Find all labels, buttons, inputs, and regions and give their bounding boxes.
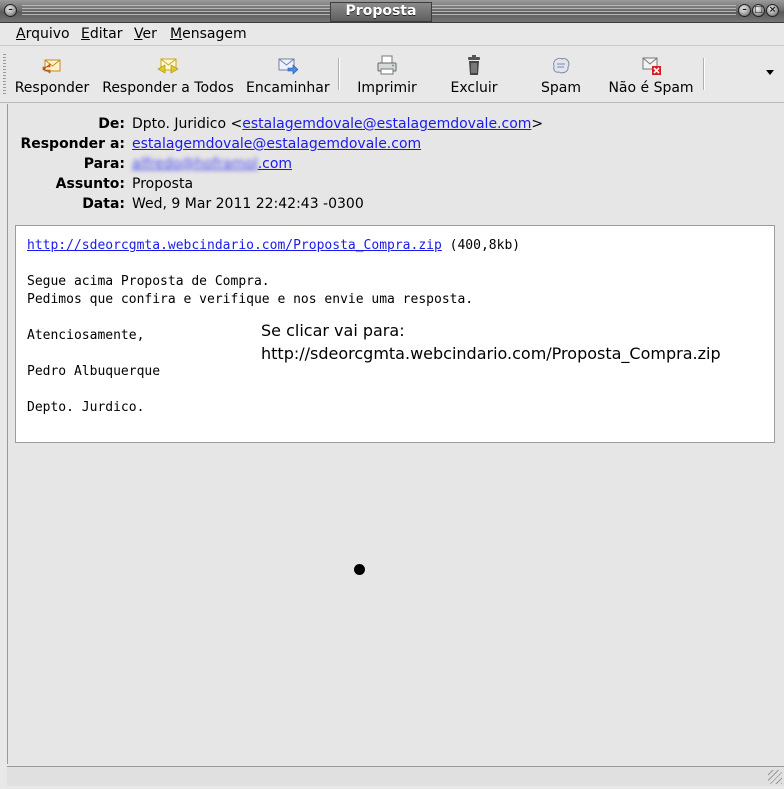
spam-button[interactable]: Spam <box>536 50 586 98</box>
body-text: Depto. Jurdico. <box>27 400 145 415</box>
from-email-link[interactable]: estalagemdovale@estalagemdovale.com <box>242 116 531 132</box>
toolbar-grip[interactable] <box>3 54 6 96</box>
menu-mensagem[interactable]: Mensagem <box>170 26 247 42</box>
delete-label: Excluir <box>450 80 498 96</box>
resize-grip-icon[interactable] <box>768 770 782 784</box>
printer-icon <box>377 55 397 75</box>
reply-all-button[interactable]: Responder a Todos <box>100 50 236 98</box>
delete-button[interactable]: Excluir <box>446 50 502 98</box>
date-label: Data: <box>82 196 125 212</box>
body-text: Pedimos que confira e verifique e nos en… <box>27 292 474 307</box>
attachment-size: (400,8kb) <box>441 238 521 253</box>
date-value: Wed, 9 Mar 2011 22:42:43 -0300 <box>132 196 364 212</box>
reply-to-label: Responder a: <box>20 136 125 152</box>
to-email-suffix: .com <box>257 156 293 172</box>
reply-label: Responder <box>14 80 90 96</box>
toolbar-separator <box>338 58 340 90</box>
message-body[interactable]: http://sdeorcgmta.webcindario.com/Propos… <box>15 225 775 443</box>
forward-label: Encaminhar <box>246 80 330 96</box>
link-tooltip-url: http://sdeorcgmta.webcindario.com/Propos… <box>261 344 721 363</box>
not-spam-button[interactable]: Não é Spam <box>608 50 694 98</box>
forward-button[interactable]: Encaminhar <box>246 50 330 98</box>
from-name: Dpto. Juridico < <box>132 116 243 132</box>
to-email-link[interactable]: alfredo@hoframol.com <box>132 156 292 172</box>
spam-label: Spam <box>541 80 581 96</box>
cursor-dot <box>354 564 365 575</box>
menu-accel: V <box>134 26 143 42</box>
from-value: Dpto. Juridico <estalagemdovale@estalage… <box>132 116 543 132</box>
forward-icon <box>278 58 298 75</box>
title-bar: – Proposta – □ × <box>0 0 784 23</box>
message-view: De: Dpto. Juridico <estalagemdovale@esta… <box>7 104 784 764</box>
minimize-icon[interactable]: – <box>738 4 751 17</box>
menu-label: ditar <box>89 26 123 42</box>
reply-to-email-link[interactable]: estalagemdovale@estalagemdovale.com <box>132 136 421 152</box>
toolbar-separator <box>703 58 705 90</box>
toolbar: Responder Responder a Todos Encaminhar I… <box>0 46 784 103</box>
reply-all-label: Responder a Todos <box>102 80 234 96</box>
close-icon[interactable]: × <box>766 4 779 17</box>
from-label: De: <box>98 116 125 132</box>
to-email-blurred: alfredo@hoframol <box>132 156 258 172</box>
menu-accel: M <box>170 26 183 42</box>
not-spam-icon <box>642 57 661 75</box>
window-title: Proposta <box>330 2 432 22</box>
not-spam-label: Não é Spam <box>608 80 694 96</box>
menu-label: rquivo <box>25 26 70 42</box>
trash-icon <box>468 55 480 75</box>
body-text: Pedro Albuquerque <box>27 364 161 379</box>
reply-icon <box>42 59 61 74</box>
body-text: Atenciosamente, <box>27 328 145 343</box>
link-tooltip-title: Se clicar vai para: <box>261 321 405 340</box>
menu-accel: A <box>16 26 26 42</box>
attachment-link[interactable]: http://sdeorcgmta.webcindario.com/Propos… <box>27 238 442 253</box>
from-close: > <box>531 116 544 132</box>
print-button[interactable]: Imprimir <box>356 50 418 98</box>
reply-button[interactable]: Responder <box>12 50 92 98</box>
maximize-icon[interactable]: □ <box>752 4 765 17</box>
reply-all-icon <box>157 58 179 74</box>
window-menu-icon[interactable]: – <box>4 4 17 17</box>
spam-icon <box>553 57 570 74</box>
toolbar-overflow-icon[interactable] <box>766 70 774 75</box>
menu-label: er <box>142 26 157 42</box>
to-value: alfredo@hoframol.com <box>132 156 292 172</box>
reply-to-value: estalagemdovale@estalagemdovale.com <box>132 136 421 152</box>
print-label: Imprimir <box>357 80 417 96</box>
attachment-line: http://sdeorcgmta.webcindario.com/Propos… <box>27 238 520 253</box>
body-text: Segue acima Proposta de Compra. <box>27 274 270 289</box>
status-bar <box>7 766 784 786</box>
to-label: Para: <box>83 156 125 172</box>
menu-editar[interactable]: Editar <box>81 26 122 42</box>
subject-value: Proposta <box>132 176 194 192</box>
menu-ver[interactable]: Ver <box>134 26 157 42</box>
menu-label: ensagem <box>182 26 247 42</box>
menu-bar: Arquivo Editar Ver Mensagem <box>0 23 784 46</box>
menu-arquivo[interactable]: Arquivo <box>16 26 70 42</box>
menu-accel: E <box>81 26 90 42</box>
subject-label: Assunto: <box>55 176 125 192</box>
